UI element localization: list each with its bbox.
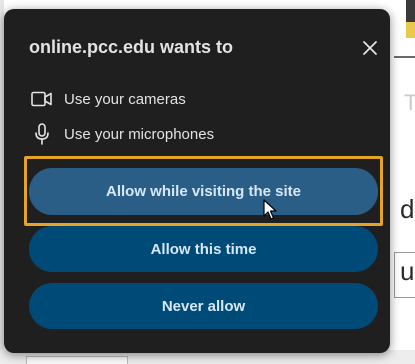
- never-allow-button[interactable]: Never allow: [29, 283, 378, 329]
- camera-icon: [31, 88, 53, 110]
- background-bottom-box: [26, 356, 128, 364]
- allow-this-time-button[interactable]: Allow this time: [29, 226, 378, 272]
- close-icon: [363, 41, 377, 55]
- allow-while-visiting-button[interactable]: Allow while visiting the site: [29, 168, 378, 215]
- background-page-right: [390, 0, 415, 364]
- dialog-title: online.pcc.edu wants to: [29, 37, 234, 57]
- close-button[interactable]: [358, 36, 382, 60]
- permission-camera-label: Use your cameras: [64, 90, 186, 108]
- background-text-fragment: u: [400, 256, 415, 286]
- background-divider: [394, 56, 415, 58]
- microphone-icon: [31, 123, 53, 145]
- background-highlight-edge: [406, 22, 415, 38]
- background-text-fragment: T: [404, 90, 415, 115]
- permission-microphone: Use your microphones: [31, 123, 214, 145]
- mouse-cursor-icon: [263, 199, 277, 220]
- permission-dialog: online.pcc.edu wants to Use your cameras…: [4, 9, 390, 353]
- permission-microphone-label: Use your microphones: [64, 125, 215, 143]
- permission-camera: Use your cameras: [31, 88, 186, 110]
- background-text-fragment: d: [400, 194, 415, 224]
